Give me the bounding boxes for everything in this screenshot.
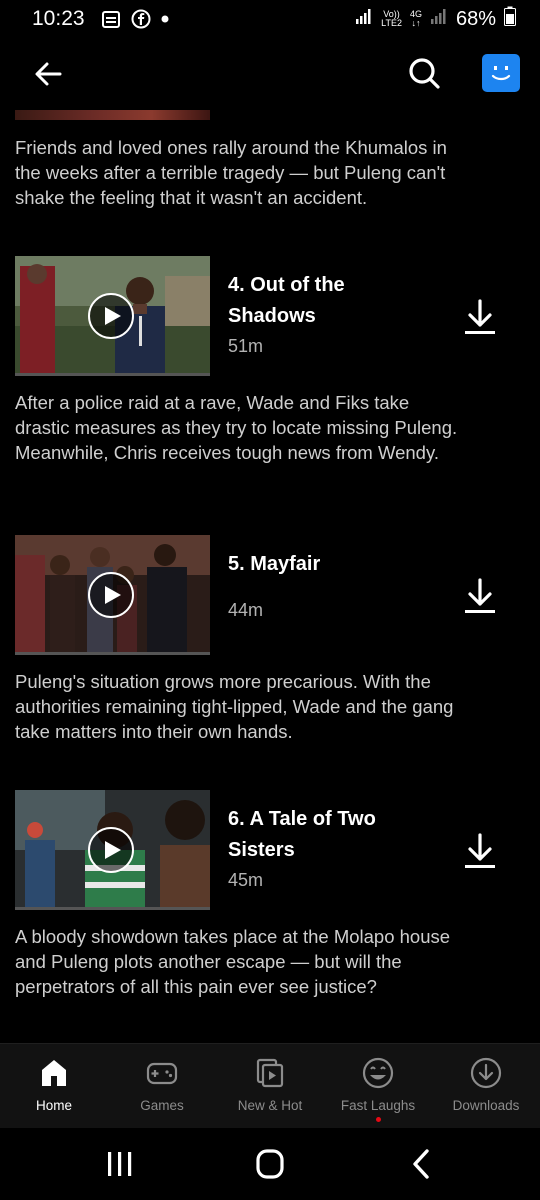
progress-track xyxy=(15,373,210,376)
new-hot-icon xyxy=(256,1058,284,1088)
episode-4-description: After a police raid at a rave, Wade and … xyxy=(15,392,458,463)
home-icon xyxy=(42,1060,66,1086)
gamepad-icon xyxy=(146,1062,178,1085)
episode-6-description: A bloody showdown takes place at the Mol… xyxy=(15,926,451,997)
nav-fast-laughs-label: Fast Laughs xyxy=(340,1098,416,1113)
nav-games[interactable]: Games xyxy=(108,1044,216,1129)
nav-new-hot[interactable]: New & Hot xyxy=(216,1044,324,1129)
battery-icon xyxy=(504,6,516,32)
calendar-icon xyxy=(101,9,121,29)
nav-games-label: Games xyxy=(140,1098,184,1113)
dot-icon xyxy=(161,15,169,23)
episode-3-thumbnail[interactable] xyxy=(15,110,210,120)
bottom-nav: Home Games New & Hot Fast Laughs Downloa… xyxy=(0,1043,540,1128)
download-icon[interactable] xyxy=(462,298,498,336)
nav-fast-laughs[interactable]: Fast Laughs xyxy=(324,1044,432,1129)
status-bar: 10:23 Vo)) LTE2 4G ↓↑ 68% xyxy=(0,0,540,38)
episode-row-4[interactable]: 4. Out of the Shadows 51m xyxy=(0,256,540,378)
nav-downloads[interactable]: Downloads xyxy=(432,1044,540,1129)
episode-5-title: 5. Mayfair xyxy=(228,553,321,575)
download-circle-icon xyxy=(470,1057,502,1089)
system-nav xyxy=(0,1128,540,1200)
play-icon[interactable] xyxy=(88,572,134,618)
facebook-icon xyxy=(131,9,151,29)
progress-track xyxy=(15,907,210,910)
play-icon[interactable] xyxy=(88,827,134,873)
profile-avatar-icon[interactable] xyxy=(482,54,520,92)
episode-3-description: Friends and loved ones rally around the … xyxy=(15,137,447,208)
notification-dot xyxy=(376,1117,381,1122)
top-bar xyxy=(0,48,540,98)
signal-icon xyxy=(430,7,448,31)
signal-icon xyxy=(355,7,373,31)
nav-downloads-label: Downloads xyxy=(452,1098,520,1113)
episode-5-thumbnail[interactable] xyxy=(15,535,210,655)
episode-4-duration: 51m xyxy=(228,336,264,356)
status-time: 10:23 xyxy=(32,7,85,30)
episode-6-duration: 45m xyxy=(228,870,264,890)
progress-track xyxy=(15,652,210,655)
episode-4-title: 4. Out of the Shadows xyxy=(228,274,345,327)
nav-home[interactable]: Home xyxy=(0,1044,108,1129)
play-icon[interactable] xyxy=(88,293,134,339)
episode-6-title: 6. A Tale of Two Sisters xyxy=(228,808,376,861)
episode-row-5[interactable]: 5. Mayfair 44m xyxy=(0,535,540,657)
smiley-icon xyxy=(362,1057,394,1089)
lte-indicator: Vo)) LTE2 xyxy=(381,9,402,28)
episode-row-6[interactable]: 6. A Tale of Two Sisters 45m xyxy=(0,790,540,912)
download-icon[interactable] xyxy=(462,577,498,615)
recents-icon[interactable] xyxy=(100,1146,140,1182)
nav-home-label: Home xyxy=(35,1098,72,1113)
download-icon[interactable] xyxy=(462,832,498,870)
episode-5-duration: 44m xyxy=(228,600,264,620)
network-type: 4G ↓↑ xyxy=(409,9,422,28)
episode-list[interactable]: Friends and loved ones rally around the … xyxy=(0,100,540,1043)
search-icon[interactable] xyxy=(405,54,443,92)
episode-4-thumbnail[interactable] xyxy=(15,256,210,376)
episode-6-thumbnail[interactable] xyxy=(15,790,210,910)
back-chevron-icon[interactable] xyxy=(400,1146,440,1182)
back-arrow-icon[interactable] xyxy=(30,56,66,92)
nav-new-hot-label: New & Hot xyxy=(237,1098,303,1113)
battery-level: 68% xyxy=(455,7,496,30)
episode-5-description: Puleng's situation grows more precarious… xyxy=(15,671,454,742)
home-circle-icon[interactable] xyxy=(250,1146,290,1182)
